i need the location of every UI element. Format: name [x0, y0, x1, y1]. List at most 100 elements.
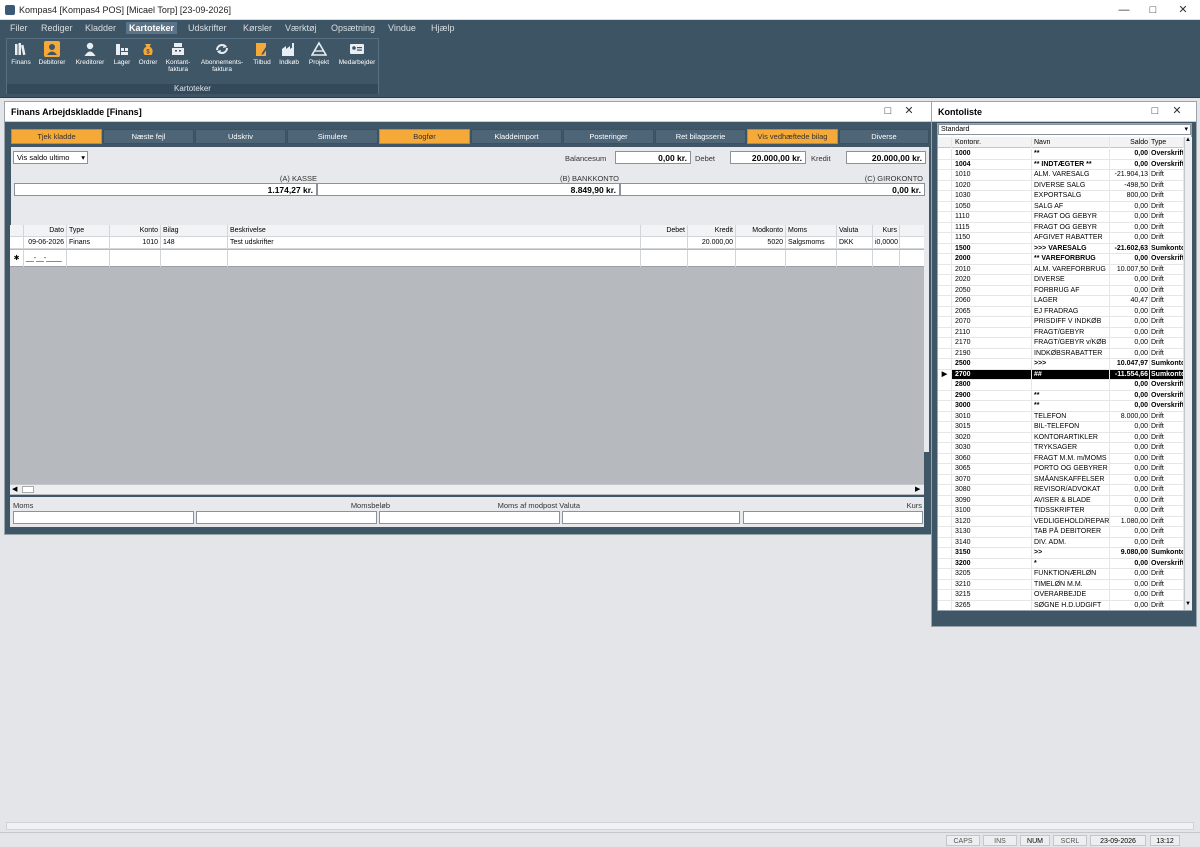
- list-item[interactable]: 3010 TELEFON 8.000,00 Drift: [938, 411, 1184, 422]
- diverse-button[interactable]: Diverse: [839, 129, 929, 144]
- col-type[interactable]: Type: [67, 225, 110, 237]
- menu-vindue[interactable]: Vindue: [385, 22, 419, 34]
- list-item[interactable]: 2070 PRISDIFF V INDKØB 0,00 Drift: [938, 317, 1184, 328]
- kurs-field[interactable]: [743, 511, 923, 524]
- list-item[interactable]: 2060 LAGER 40,47 Drift: [938, 296, 1184, 307]
- col-type[interactable]: Type: [1150, 137, 1184, 148]
- ribbon-projekt-button[interactable]: Projekt: [304, 41, 334, 83]
- list-item[interactable]: 3200 * 0,00 Overskrift: [938, 558, 1184, 569]
- col-beskrivelse[interactable]: Beskrivelse: [228, 225, 641, 237]
- mdi-horizontal-scrollbar[interactable]: [6, 822, 1194, 830]
- list-item[interactable]: 3030 TRYKSAGER 0,00 Drift: [938, 443, 1184, 454]
- ribbon-finans-button[interactable]: Finans: [8, 41, 34, 83]
- list-item[interactable]: 2065 EJ FRADRAG 0,00 Drift: [938, 306, 1184, 317]
- scroll-up-icon[interactable]: ▲: [1185, 137, 1191, 143]
- vertical-scrollbar[interactable]: ▲ ▼: [1184, 137, 1192, 610]
- list-item[interactable]: 1010 ALM. VARESALG -21.904,13 Drift: [938, 170, 1184, 181]
- list-item[interactable]: 1110 FRAGT OG GEBYR 0,00 Drift: [938, 212, 1184, 223]
- ret-bilagsserie-button[interactable]: Ret bilagsserie: [655, 129, 746, 144]
- list-item[interactable]: 3080 REVISOR/ADVOKAT 0,00 Drift: [938, 485, 1184, 496]
- menu-kladder[interactable]: Kladder: [82, 22, 119, 34]
- naeste-fejl-button[interactable]: Næste fejl: [103, 129, 194, 144]
- maximize-icon[interactable]: □: [881, 104, 895, 118]
- maximize-icon[interactable]: □: [1146, 3, 1160, 17]
- list-item[interactable]: 1030 EXPORTSALG 800,00 Drift: [938, 191, 1184, 202]
- debet-field[interactable]: 20.000,00 kr.: [730, 151, 806, 164]
- list-item[interactable]: 1050 SALG AF 0,00 Drift: [938, 201, 1184, 212]
- col-kredit[interactable]: Kredit: [688, 225, 736, 237]
- list-item[interactable]: 3000 ** 0,00 Overskrift: [938, 401, 1184, 412]
- menu-udskrifter[interactable]: Udskrifter: [185, 22, 230, 34]
- list-item[interactable]: 2110 FRAGT/GEBYR 0,00 Drift: [938, 327, 1184, 338]
- kladdeimport-button[interactable]: Kladdeimport: [471, 129, 562, 144]
- list-item[interactable]: 3120 VEDLIGEHOLD/REPAR 1.080,00 Drift: [938, 516, 1184, 527]
- cell-bilag[interactable]: 148: [161, 237, 228, 249]
- bogfor-button[interactable]: Bogfør: [379, 129, 470, 144]
- list-item[interactable]: 3065 PORTO OG GEBYRER 0,00 Drift: [938, 464, 1184, 475]
- list-item[interactable]: 3140 DIV. ADM. 0,00 Drift: [938, 537, 1184, 548]
- list-item[interactable]: 3015 BIL-TELEFON 0,00 Drift: [938, 422, 1184, 433]
- menu-hjaelp[interactable]: Hjælp: [428, 22, 458, 34]
- col-modkonto[interactable]: Modkonto: [736, 225, 786, 237]
- list-item[interactable]: 3130 TAB PÅ DEBITORER 0,00 Drift: [938, 527, 1184, 538]
- col-saldo[interactable]: Saldo: [1110, 137, 1150, 148]
- kredit-field[interactable]: 20.000,00 kr.: [846, 151, 926, 164]
- col-navn[interactable]: Navn: [1032, 137, 1110, 148]
- col-kontonr[interactable]: Kontonr.: [952, 137, 1032, 148]
- ribbon-kontantfaktura-button[interactable]: Kontant- faktura: [163, 41, 193, 83]
- col-bilag[interactable]: Bilag: [161, 225, 228, 237]
- list-item[interactable]: 3265 SØGNE H.D.UDGIFT 0,00 Drift: [938, 600, 1184, 610]
- list-item[interactable]: 1020 DIVERSE SALG -498,50 Drift: [938, 180, 1184, 191]
- ribbon-kreditorer-button[interactable]: Kreditorer: [71, 41, 109, 83]
- cell-dato[interactable]: 09-06-2026: [24, 237, 67, 249]
- udskriv-button[interactable]: Udskriv: [195, 129, 286, 144]
- list-item[interactable]: 2050 FORBRUG AF 0,00 Drift: [938, 285, 1184, 296]
- col-debet[interactable]: Debet: [641, 225, 688, 237]
- ribbon-tilbud-button[interactable]: Tilbud: [250, 41, 274, 83]
- moms-modpost-field[interactable]: [379, 511, 560, 524]
- col-konto[interactable]: Konto: [110, 225, 161, 237]
- menu-kartoteker[interactable]: Kartoteker: [126, 22, 178, 34]
- list-item[interactable]: 1115 FRAGT OG GEBYR 0,00 Drift: [938, 222, 1184, 233]
- menu-rediger[interactable]: Rediger: [38, 22, 76, 34]
- cell-konto[interactable]: 1010: [110, 237, 161, 249]
- ribbon-abonnementsfaktura-button[interactable]: Abonnements- faktura: [197, 41, 247, 83]
- list-item[interactable]: 3150 >> 9.080,00 Sumkonto: [938, 548, 1184, 559]
- cell-beskrivelse[interactable]: Test udskrifter: [228, 237, 641, 249]
- col-moms[interactable]: Moms: [786, 225, 837, 237]
- ribbon-lager-button[interactable]: Lager: [111, 41, 133, 83]
- simulere-button[interactable]: Simulere: [287, 129, 378, 144]
- list-item[interactable]: 3100 TIDSSKRIFTER 0,00 Drift: [938, 506, 1184, 517]
- saldo-select[interactable]: Vis saldo ultimo ▾: [13, 151, 88, 164]
- list-item[interactable]: 2170 FRAGT/GEBYR v/KØB 0,00 Drift: [938, 338, 1184, 349]
- ribbon-indkob-button[interactable]: Indkøb: [276, 41, 302, 83]
- posteringer-button[interactable]: Posteringer: [563, 129, 654, 144]
- close-icon[interactable]: ✕: [1176, 3, 1190, 17]
- cell-type[interactable]: Finans: [67, 237, 110, 249]
- list-item[interactable]: 2020 DIVERSE 0,00 Drift: [938, 275, 1184, 286]
- vis-vedhaeftede-bilag-button[interactable]: Vis vedhæftede bilag: [747, 129, 838, 144]
- close-icon[interactable]: ✕: [902, 104, 916, 118]
- list-item[interactable]: ▶ 2700 ## -11.554,66 Sumkonto: [938, 369, 1184, 380]
- ribbon-medarbejder-button[interactable]: Medarbejder: [336, 41, 378, 83]
- list-item[interactable]: 2500 >>> 10.047,97 Sumkonto: [938, 359, 1184, 370]
- cell-kurs[interactable]: i0,0000: [873, 237, 900, 249]
- close-icon[interactable]: ✕: [1170, 104, 1184, 118]
- new-row-date-input[interactable]: __-__-____: [24, 250, 67, 267]
- moms-field[interactable]: [13, 511, 194, 524]
- horizontal-scrollbar[interactable]: ◀ ▶: [10, 484, 924, 494]
- list-item[interactable]: 3060 FRAGT M.M. m/MOMS 0,00 Drift: [938, 453, 1184, 464]
- minimize-icon[interactable]: —: [1117, 3, 1131, 17]
- scroll-down-icon[interactable]: ▼: [1185, 601, 1191, 607]
- list-item[interactable]: 3215 OVERARBEJDE 0,00 Drift: [938, 590, 1184, 601]
- ribbon-debitorer-button[interactable]: Debitorer: [36, 41, 68, 83]
- kontoliste-filter-select[interactable]: Standard ▾: [938, 124, 1191, 135]
- scroll-thumb[interactable]: [22, 486, 34, 493]
- list-item[interactable]: 3020 KONTORARTIKLER 0,00 Drift: [938, 432, 1184, 443]
- list-item[interactable]: 1150 AFGIVET RABATTER 0,00 Drift: [938, 233, 1184, 244]
- cell-debet[interactable]: [641, 237, 688, 249]
- col-dato[interactable]: Dato: [24, 225, 67, 237]
- list-item[interactable]: 3210 TIMELØN M.M. 0,00 Drift: [938, 579, 1184, 590]
- menu-korsler[interactable]: Kørsler: [240, 22, 275, 34]
- list-item[interactable]: 2900 ** 0,00 Overskrift: [938, 390, 1184, 401]
